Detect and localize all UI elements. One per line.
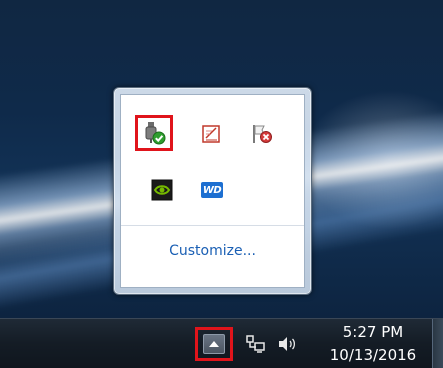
show-hidden-icons-button[interactable] bbox=[203, 334, 225, 354]
wd-logo-text: WD bbox=[202, 184, 222, 196]
taskbar: 5:27 PM 10/13/2016 bbox=[0, 318, 443, 368]
nvidia-icon[interactable] bbox=[146, 174, 178, 206]
wd-logo: WD bbox=[201, 182, 223, 198]
clock-time: 5:27 PM bbox=[342, 323, 404, 341]
system-clock[interactable]: 5:27 PM 10/13/2016 bbox=[318, 321, 428, 367]
show-desktop-button[interactable] bbox=[432, 319, 443, 368]
action-center-flag-icon[interactable] bbox=[246, 118, 278, 150]
wd-icon[interactable]: WD bbox=[196, 174, 228, 206]
customize-link[interactable]: Customize... bbox=[121, 243, 304, 259]
network-icon[interactable] bbox=[244, 333, 266, 355]
safely-remove-hardware-icon[interactable] bbox=[135, 115, 173, 151]
clock-date: 10/13/2016 bbox=[329, 346, 417, 364]
flyout-divider bbox=[121, 225, 304, 226]
notification-area-overflow-flyout: WD Customize... bbox=[113, 87, 312, 295]
chevron-up-icon bbox=[209, 341, 219, 347]
notes-edit-icon[interactable] bbox=[196, 118, 228, 150]
volume-icon[interactable] bbox=[276, 333, 298, 355]
flyout-content: WD Customize... bbox=[120, 94, 305, 288]
show-hidden-icons-highlight[interactable] bbox=[195, 327, 233, 361]
hidden-icons-grid: WD bbox=[121, 95, 304, 225]
